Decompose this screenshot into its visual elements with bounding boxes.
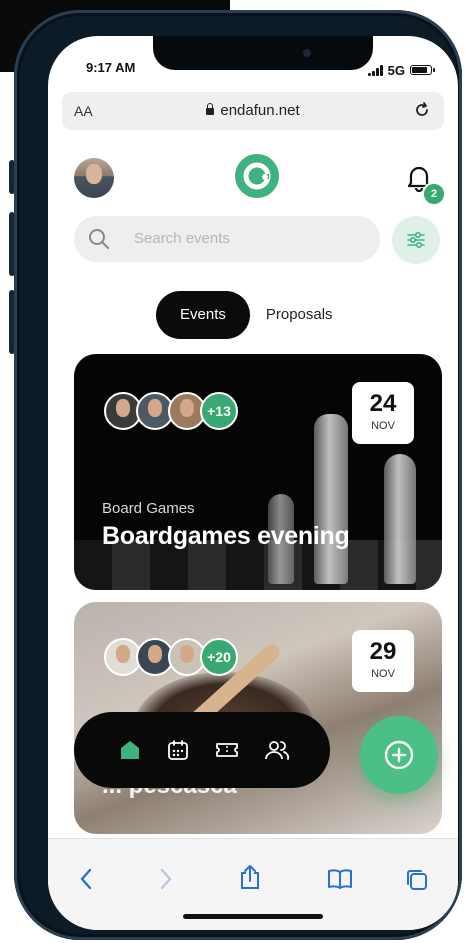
camera-dot [303,49,311,57]
event-title: Boardgames evening [102,522,350,550]
avatar-face [86,164,102,184]
app-logo[interactable] [235,154,279,198]
tab-events[interactable]: Events [156,291,250,339]
ticket-icon[interactable] [214,738,240,767]
back-icon[interactable] [78,867,94,896]
share-icon[interactable] [238,863,262,896]
attendee-avatars: +13 [104,392,238,430]
extra-attendees-count: +20 [200,638,238,676]
tabs-icon[interactable] [404,867,430,898]
event-month: NOV [371,668,395,680]
battery-icon [410,65,435,75]
plus-circle-icon [384,740,414,770]
notch [153,36,373,70]
event-day: 29 [369,638,397,665]
search-bar[interactable] [74,216,380,262]
add-event-button[interactable] [360,716,438,794]
attendee-avatars: +20 [104,638,238,676]
url-text: endafun.net [220,102,300,119]
avatar-face [180,645,194,663]
url-display[interactable]: endafun.net [62,102,444,119]
calendar-icon[interactable] [166,738,190,767]
event-card[interactable]: +13 24 NOV Board Games Boardgames evenin… [74,354,442,590]
search-icon [88,228,110,255]
event-date: 24 NOV [352,382,414,444]
reload-icon[interactable] [412,100,432,125]
filter-button[interactable] [392,216,440,264]
bookmarks-icon[interactable] [326,867,354,896]
avatar-face [148,399,162,417]
avatar-face [180,399,194,417]
status-time: 9:17 AM [86,60,136,75]
notification-badge: 2 [422,182,446,206]
address-bar[interactable]: AA endafun.net [62,92,444,130]
bottom-navigation [74,712,330,788]
status-indicators: 5G [367,60,435,80]
phone-frame: 9:17 AM 5G AA endafun.net 2 Search event… [14,10,462,940]
logo-mark-icon [243,162,271,190]
search-input[interactable] [132,229,366,248]
extra-attendees-count: +13 [200,392,238,430]
profile-avatar[interactable] [74,158,114,198]
event-date: 29 NOV [352,630,414,692]
event-month: NOV [371,420,395,432]
sliders-icon [407,231,425,249]
avatar-face [116,645,130,663]
event-tabs: Events Proposals [156,291,357,339]
avatar-face [148,645,162,663]
signal-icon [367,64,383,76]
avatar-face [116,399,130,417]
phone-screen: 9:17 AM 5G AA endafun.net 2 Search event… [48,36,458,930]
chess-piece-image [314,414,348,584]
lock-icon [206,103,215,115]
home-indicator [183,914,323,919]
forward-icon[interactable] [158,867,174,896]
network-label: 5G [387,62,405,78]
tab-proposals[interactable]: Proposals [250,291,357,339]
event-day: 24 [369,390,397,417]
home-icon[interactable] [118,738,142,767]
users-icon[interactable] [264,738,290,767]
event-category: Board Games [102,500,195,517]
chess-piece-image [384,454,416,584]
